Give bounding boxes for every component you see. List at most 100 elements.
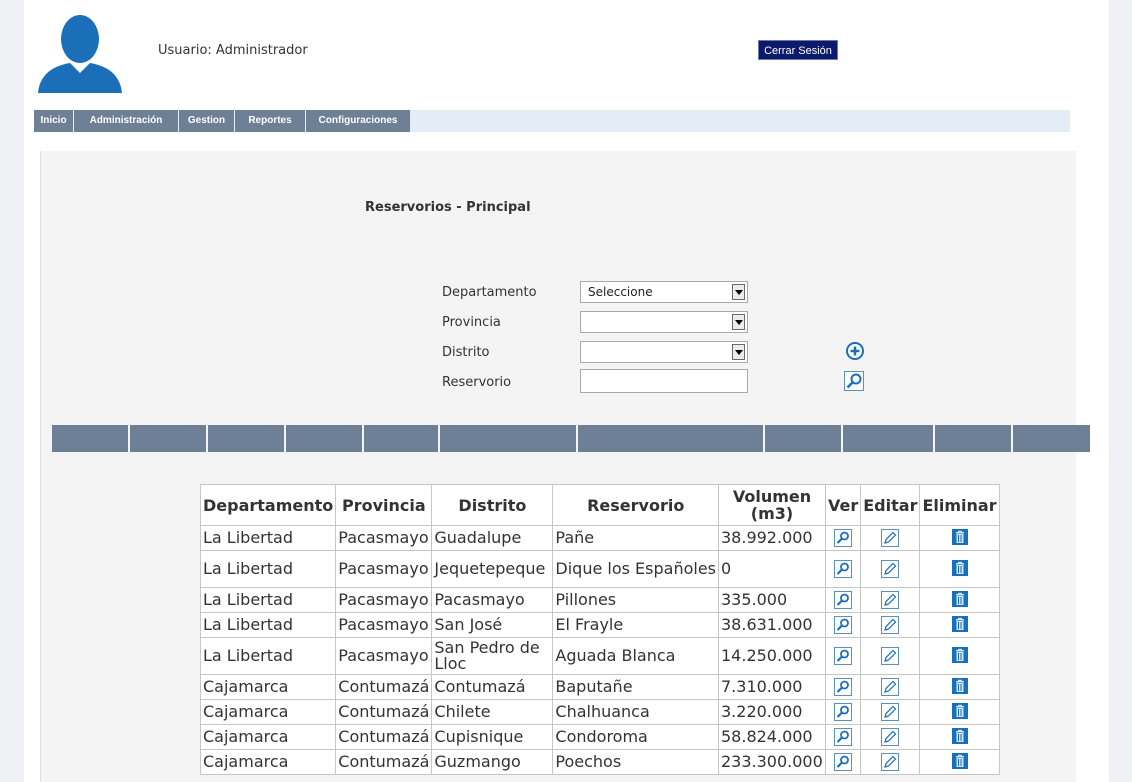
nav-item-gestion[interactable]: Gestion xyxy=(179,110,235,132)
cell-distrito: Contumazá xyxy=(431,674,554,700)
view-icon xyxy=(836,649,850,662)
col-volumen: Volumen (m3) xyxy=(718,484,826,526)
pencil-icon xyxy=(884,531,897,544)
cell-action xyxy=(919,612,1000,638)
distrito-label: Distrito xyxy=(442,345,490,360)
col-provincia: Provincia xyxy=(335,484,433,526)
grid-header-band xyxy=(52,425,1090,452)
view-icon xyxy=(836,680,850,693)
table-row: La Libertad Pacasmayo Jequetepeque Dique lo… xyxy=(199,550,1000,588)
trash-icon xyxy=(951,560,968,576)
view-button[interactable] xyxy=(834,678,853,696)
delete-button[interactable] xyxy=(950,591,969,609)
edit-button[interactable] xyxy=(881,647,900,665)
cell-action xyxy=(860,637,921,675)
cell-provincia: Contumazá xyxy=(335,724,433,750)
nav-item-administracion[interactable]: Administración xyxy=(74,110,179,132)
table-row: La Libertad Pacasmayo San José El Frayle 38.… xyxy=(199,612,1000,638)
user-avatar-icon xyxy=(38,15,122,93)
cell-reservorio: Aguada Blanca xyxy=(552,637,719,675)
reservorio-input[interactable] xyxy=(580,369,748,393)
cell-action xyxy=(919,587,1000,613)
delete-button[interactable] xyxy=(950,753,969,771)
table-row: La Libertad Pacasmayo Guadalupe Pañe 38.992.… xyxy=(199,525,1000,551)
pencil-icon xyxy=(884,680,897,693)
cell-action xyxy=(919,525,1000,551)
view-button[interactable] xyxy=(834,529,853,547)
cell-action xyxy=(860,699,921,725)
nav-item-reportes[interactable]: Reportes xyxy=(235,110,306,132)
edit-button[interactable] xyxy=(881,728,900,746)
cell-volumen: 0 xyxy=(718,550,826,588)
departamento-select[interactable]: Seleccione xyxy=(580,281,748,303)
cell-provincia: Contumazá xyxy=(335,699,433,725)
edit-button[interactable] xyxy=(881,703,900,721)
trash-icon xyxy=(951,678,968,694)
view-button[interactable] xyxy=(834,560,853,578)
delete-button[interactable] xyxy=(950,560,969,578)
col-ver: Ver xyxy=(824,484,862,526)
view-icon xyxy=(836,618,850,631)
cell-volumen: 3.220.000 xyxy=(718,699,826,725)
cell-distrito: Chilete xyxy=(431,699,554,725)
cell-volumen: 7.310.000 xyxy=(718,674,826,700)
cell-distrito: Pacasmayo xyxy=(431,587,554,613)
reservorio-label: Reservorio xyxy=(442,375,512,390)
cell-action xyxy=(824,674,862,700)
col-distrito: Distrito xyxy=(431,484,554,526)
pencil-icon xyxy=(884,705,897,718)
chevron-down-icon xyxy=(732,284,745,300)
cell-action xyxy=(824,587,862,613)
cell-reservorio: Pillones xyxy=(552,587,719,613)
edit-button[interactable] xyxy=(881,616,900,634)
provincia-select[interactable] xyxy=(580,311,748,333)
trash-icon xyxy=(951,591,968,607)
distrito-select[interactable] xyxy=(580,341,748,363)
view-button[interactable] xyxy=(834,753,853,771)
delete-button[interactable] xyxy=(950,647,969,665)
cell-distrito: Cupisnique xyxy=(431,724,554,750)
cell-departamento: La Libertad xyxy=(199,525,337,551)
cell-distrito: Guzmango xyxy=(431,749,554,775)
delete-button[interactable] xyxy=(950,678,969,696)
edit-button[interactable] xyxy=(881,560,900,578)
view-icon xyxy=(836,531,850,544)
delete-button[interactable] xyxy=(950,728,969,746)
view-icon xyxy=(836,562,850,575)
logout-button[interactable]: Cerrar Sesión xyxy=(758,40,838,60)
chevron-down-icon xyxy=(732,314,745,330)
cell-action xyxy=(919,724,1000,750)
delete-button[interactable] xyxy=(950,616,969,634)
view-button[interactable] xyxy=(834,591,853,609)
add-button[interactable] xyxy=(845,341,865,361)
cell-action xyxy=(860,674,921,700)
cell-action xyxy=(824,612,862,638)
delete-button[interactable] xyxy=(950,703,969,721)
cell-provincia: Contumazá xyxy=(335,749,433,775)
edit-button[interactable] xyxy=(881,591,900,609)
delete-button[interactable] xyxy=(950,529,969,547)
col-editar: Editar xyxy=(860,484,921,526)
cell-departamento: La Libertad xyxy=(199,587,337,613)
search-button[interactable] xyxy=(844,371,864,391)
cell-action xyxy=(824,637,862,675)
pencil-icon xyxy=(884,730,897,743)
edit-button[interactable] xyxy=(881,678,900,696)
trash-icon xyxy=(951,529,968,545)
view-button[interactable] xyxy=(834,728,853,746)
edit-button[interactable] xyxy=(881,529,900,547)
table-row: Cajamarca Contumazá Chilete Chalhuanca 3.220… xyxy=(199,699,1000,725)
cell-departamento: Cajamarca xyxy=(199,699,337,725)
cell-distrito: San José xyxy=(431,612,554,638)
cell-action xyxy=(860,550,921,588)
cell-action xyxy=(860,587,921,613)
edit-button[interactable] xyxy=(881,753,900,771)
cell-volumen: 335.000 xyxy=(718,587,826,613)
view-button[interactable] xyxy=(834,647,853,665)
cell-action xyxy=(824,749,862,775)
nav-item-configuraciones[interactable]: Configuraciones xyxy=(306,110,411,132)
nav-item-inicio[interactable]: Inicio xyxy=(34,110,74,132)
view-button[interactable] xyxy=(834,616,853,634)
cell-distrito: Jequetepeque xyxy=(431,550,554,588)
view-button[interactable] xyxy=(834,703,853,721)
